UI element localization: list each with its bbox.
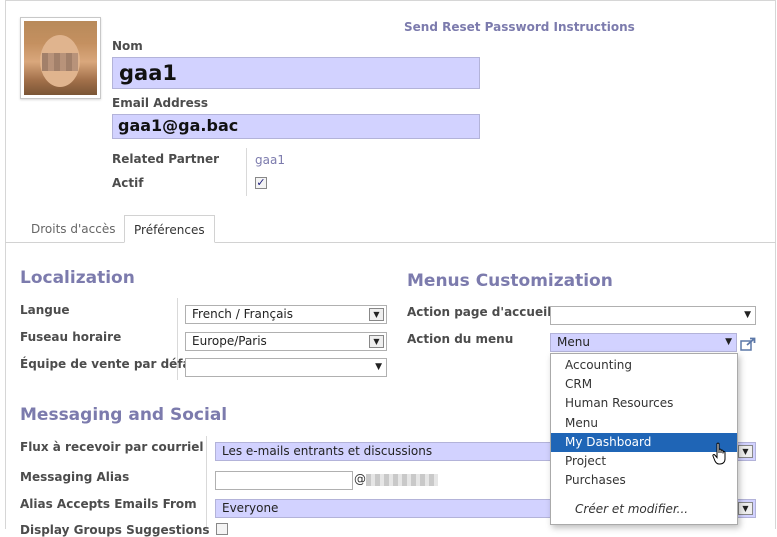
email-label: Email Address [112, 96, 209, 110]
messaging-alias-input[interactable] [215, 471, 353, 490]
chevron-down-icon[interactable]: ▼ [375, 359, 382, 376]
alias-accepts-label: Alias Accepts Emails From [20, 497, 197, 511]
dropdown-create-edit[interactable]: Créer et modifier... [551, 500, 737, 519]
actif-label: Actif [112, 176, 144, 190]
fuseau-select[interactable]: Europe/Paris ▼ [185, 332, 387, 351]
action-accueil-select[interactable]: ▼ [550, 306, 756, 325]
langue-select[interactable]: French / Français ▼ [185, 305, 387, 324]
chevron-down-icon[interactable]: ▼ [744, 307, 751, 324]
langue-label: Langue [20, 303, 70, 317]
action-menu-dropdown: Accounting CRM Human Resources Menu My D… [550, 353, 738, 525]
related-partner-link[interactable]: gaa1 [255, 153, 285, 167]
tab-droits-acces[interactable]: Droits d'accès [22, 215, 124, 243]
actif-checkbox[interactable]: ✓ [255, 177, 267, 189]
display-groups-label: Display Groups Suggestions [20, 523, 210, 537]
tab-preferences[interactable]: Préférences [124, 215, 215, 243]
action-accueil-label: Action page d'accueil [407, 305, 552, 319]
flux-label: Flux à recevoir par courriel [20, 440, 204, 454]
dropdown-option-purchases[interactable]: Purchases [551, 471, 737, 490]
email-input[interactable]: gaa1@ga.bac [112, 114, 480, 139]
langue-value: French / Français [192, 307, 294, 321]
related-partner-label: Related Partner [112, 152, 220, 166]
alias-at-sign: @ [354, 472, 366, 486]
dropdown-option-accounting[interactable]: Accounting [551, 356, 737, 375]
name-input[interactable]: gaa1 [112, 57, 480, 89]
menus-customization-title: Menus Customization [407, 271, 613, 291]
send-reset-password-link[interactable]: Send Reset Password Instructions [404, 20, 635, 34]
action-menu-label: Action du menu [407, 332, 514, 346]
action-menu-value: Menu [557, 335, 590, 349]
dropdown-option-menu[interactable]: Menu [551, 414, 737, 433]
messaging-separator [206, 436, 207, 529]
avatar-image [24, 21, 97, 95]
dropdown-option-project[interactable]: Project [551, 452, 737, 471]
equipe-label: Équipe de vente par défaut [20, 357, 205, 371]
external-link-icon[interactable] [740, 337, 756, 351]
display-groups-checkbox[interactable] [216, 523, 228, 535]
localization-title: Localization [20, 268, 135, 288]
alias-domain-redacted [366, 474, 438, 486]
messaging-alias-label: Messaging Alias [20, 470, 130, 484]
dropdown-option-human-resources[interactable]: Human Resources [551, 394, 737, 413]
flux-value: Les e-mails entrants et discussions [222, 444, 433, 458]
fuseau-value: Europe/Paris [192, 334, 267, 348]
chevron-down-icon[interactable]: ▼ [738, 502, 753, 515]
name-label: Nom [112, 39, 143, 53]
field-separator [246, 148, 247, 196]
chevron-down-icon[interactable]: ▼ [738, 445, 753, 458]
equipe-select[interactable]: ▼ [185, 358, 387, 377]
alias-accepts-value: Everyone [222, 501, 279, 515]
dropdown-option-my-dashboard[interactable]: My Dashboard [551, 433, 737, 452]
messaging-social-title: Messaging and Social [20, 405, 228, 425]
user-avatar[interactable] [20, 17, 101, 99]
chevron-down-icon[interactable]: ▼ [369, 308, 384, 321]
hand-pointer-icon [712, 442, 730, 466]
chevron-down-icon[interactable]: ▼ [369, 335, 384, 348]
fuseau-label: Fuseau horaire [20, 330, 122, 344]
action-menu-select[interactable]: Menu ▼ [550, 333, 737, 352]
dropdown-option-crm[interactable]: CRM [551, 375, 737, 394]
chevron-down-icon[interactable]: ▼ [725, 334, 732, 351]
